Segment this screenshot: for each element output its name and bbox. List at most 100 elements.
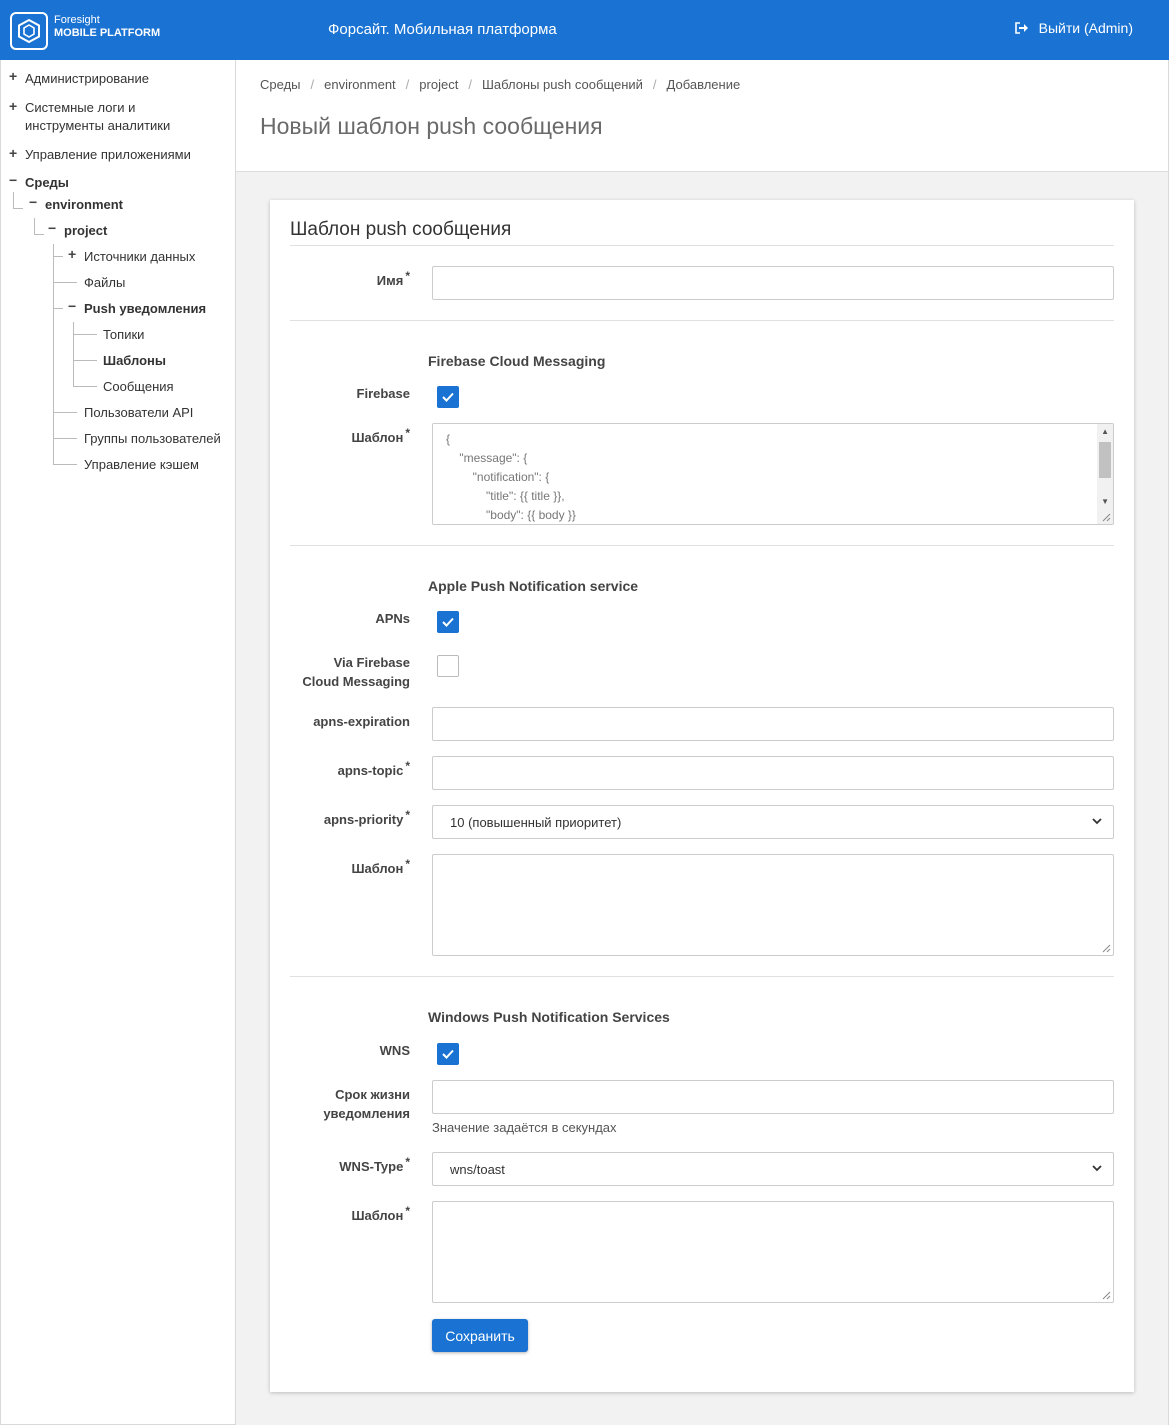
wns-ttl-input[interactable] (432, 1080, 1114, 1114)
textarea-scrollbar[interactable]: ▲ ▼ (1097, 424, 1113, 524)
via-firebase-checkbox[interactable] (437, 655, 459, 677)
apns-section-title: Apple Push Notification service (428, 578, 639, 594)
apns-priority-value: 10 (повышенный приоритет) (450, 815, 622, 830)
sidebar-item-project[interactable]: project (64, 222, 107, 240)
tree-line (53, 308, 63, 309)
tree-line (34, 218, 35, 234)
collapse-icon[interactable]: − (9, 172, 17, 188)
firebase-checkbox[interactable] (437, 386, 459, 408)
logout-button[interactable]: Выйти (Admin) (1014, 20, 1133, 36)
resize-handle-icon[interactable] (1101, 1290, 1111, 1300)
chevron-down-icon (1092, 818, 1102, 825)
sidebar-item-environment[interactable]: environment (45, 196, 123, 214)
scroll-up-icon[interactable]: ▲ (1101, 427, 1109, 436)
apns-topic-input[interactable] (432, 756, 1114, 790)
fcm-template-textarea[interactable]: { "message": { "notification": { "title"… (432, 423, 1114, 525)
name-input[interactable] (432, 266, 1114, 300)
sidebar-item-logs[interactable]: Системные логи и инструменты аналитики (25, 99, 170, 135)
sidebar-item-admin[interactable]: Администрирование (25, 70, 149, 88)
wns-ttl-label: Срок жизни уведомления (270, 1085, 410, 1123)
tree-line (13, 192, 14, 208)
wns-checkbox[interactable] (437, 1043, 459, 1065)
tree-line (53, 464, 77, 465)
wns-section-title: Windows Push Notification Services (428, 1009, 670, 1025)
resize-handle-icon[interactable] (1101, 943, 1111, 953)
expand-icon[interactable]: + (9, 145, 17, 161)
wns-type-value: wns/toast (450, 1162, 505, 1177)
resize-handle-icon[interactable] (1101, 512, 1111, 522)
fcm-template-label: Шаблон * (270, 426, 410, 447)
tree-line (53, 438, 77, 439)
sidebar-item-datasources[interactable]: Источники данных (84, 248, 195, 266)
collapse-icon[interactable]: − (68, 298, 76, 314)
check-icon (442, 617, 454, 627)
collapse-icon[interactable]: − (48, 220, 56, 236)
tree-line (13, 208, 23, 209)
apns-checkbox[interactable] (437, 611, 459, 633)
sidebar-item-push[interactable]: Push уведомления (84, 300, 206, 318)
required-mark: * (405, 1155, 410, 1169)
divider (290, 545, 1114, 546)
expand-icon[interactable]: + (68, 246, 76, 262)
tree-line (53, 244, 54, 465)
sidebar-item-envs[interactable]: Среды (25, 174, 69, 192)
logout-label: Выйти (Admin) (1038, 20, 1133, 36)
breadcrumb-item-templates[interactable]: Шаблоны push сообщений (482, 77, 643, 92)
sidebar-item-files[interactable]: Файлы (84, 274, 125, 292)
page-header: Среды / environment / project / Шаблоны … (236, 60, 1168, 172)
firebase-label: Firebase (356, 386, 410, 401)
wns-type-label-text: WNS-Type (339, 1159, 404, 1174)
wns-template-label: Шаблон * (270, 1204, 410, 1225)
tree-line (73, 386, 97, 387)
divider (290, 320, 1114, 321)
scroll-thumb[interactable] (1099, 442, 1111, 478)
logout-icon (1014, 22, 1028, 34)
sidebar-item-logs-line1: Системные логи и (25, 100, 136, 115)
fcm-template-content: { "message": { "notification": { "title"… (446, 432, 576, 522)
chevron-down-icon (1092, 1165, 1102, 1172)
sidebar-item-apps[interactable]: Управление приложениями (25, 146, 191, 164)
expand-icon[interactable]: + (9, 98, 17, 114)
required-mark: * (405, 857, 410, 871)
apns-expiration-label: apns-expiration (313, 714, 410, 729)
save-button[interactable]: Сохранить (432, 1319, 528, 1352)
foresight-logo-icon (10, 12, 48, 50)
apns-priority-select[interactable]: 10 (повышенный приоритет) (432, 805, 1114, 839)
apns-priority-label-text: apns-priority (323, 812, 404, 827)
wns-template-label-text: Шаблон (351, 1208, 404, 1223)
sidebar-item-topics[interactable]: Топики (103, 326, 144, 344)
apns-expiration-input[interactable] (432, 707, 1114, 741)
check-icon (442, 1049, 454, 1059)
sidebar: + Администрирование + Системные логи и и… (0, 60, 236, 1425)
check-icon (442, 392, 454, 402)
sidebar-item-messages[interactable]: Сообщения (103, 378, 174, 396)
breadcrumb-separator: / (310, 77, 315, 92)
required-mark: * (405, 426, 410, 440)
name-label-text: Имя (376, 273, 404, 288)
apns-template-textarea[interactable] (432, 854, 1114, 956)
breadcrumb-separator: / (468, 77, 472, 92)
sidebar-item-user-groups[interactable]: Группы пользователей (84, 430, 221, 448)
expand-icon[interactable]: + (9, 68, 17, 84)
divider (290, 245, 1114, 246)
top-header: Foresight MOBILE PLATFORM Форсайт. Мобил… (0, 0, 1169, 60)
breadcrumb-item-environment[interactable]: environment (324, 77, 396, 92)
apns-topic-label: apns-topic * (270, 759, 410, 780)
tree-line (34, 234, 44, 235)
via-firebase-label-line1: Via Firebase (333, 655, 410, 670)
sidebar-item-templates[interactable]: Шаблоны (103, 352, 166, 370)
wns-type-select[interactable]: wns/toast (432, 1152, 1114, 1186)
brand-name: Foresight (54, 14, 100, 26)
wns-template-textarea[interactable] (432, 1201, 1114, 1303)
sidebar-item-cache[interactable]: Управление кэшем (84, 456, 199, 474)
breadcrumb-item-project[interactable]: project (419, 77, 458, 92)
sidebar-item-api-users[interactable]: Пользователи API (84, 404, 193, 422)
fcm-template-label-text: Шаблон (351, 430, 404, 445)
tree-line (73, 322, 74, 387)
name-label: Имя * (270, 269, 410, 290)
breadcrumb-item-envs[interactable]: Среды (260, 77, 301, 92)
wns-label: WNS (379, 1043, 410, 1058)
collapse-icon[interactable]: − (29, 194, 37, 210)
wns-ttl-label-line1: Срок жизни (335, 1087, 410, 1102)
scroll-down-icon[interactable]: ▼ (1101, 497, 1109, 506)
